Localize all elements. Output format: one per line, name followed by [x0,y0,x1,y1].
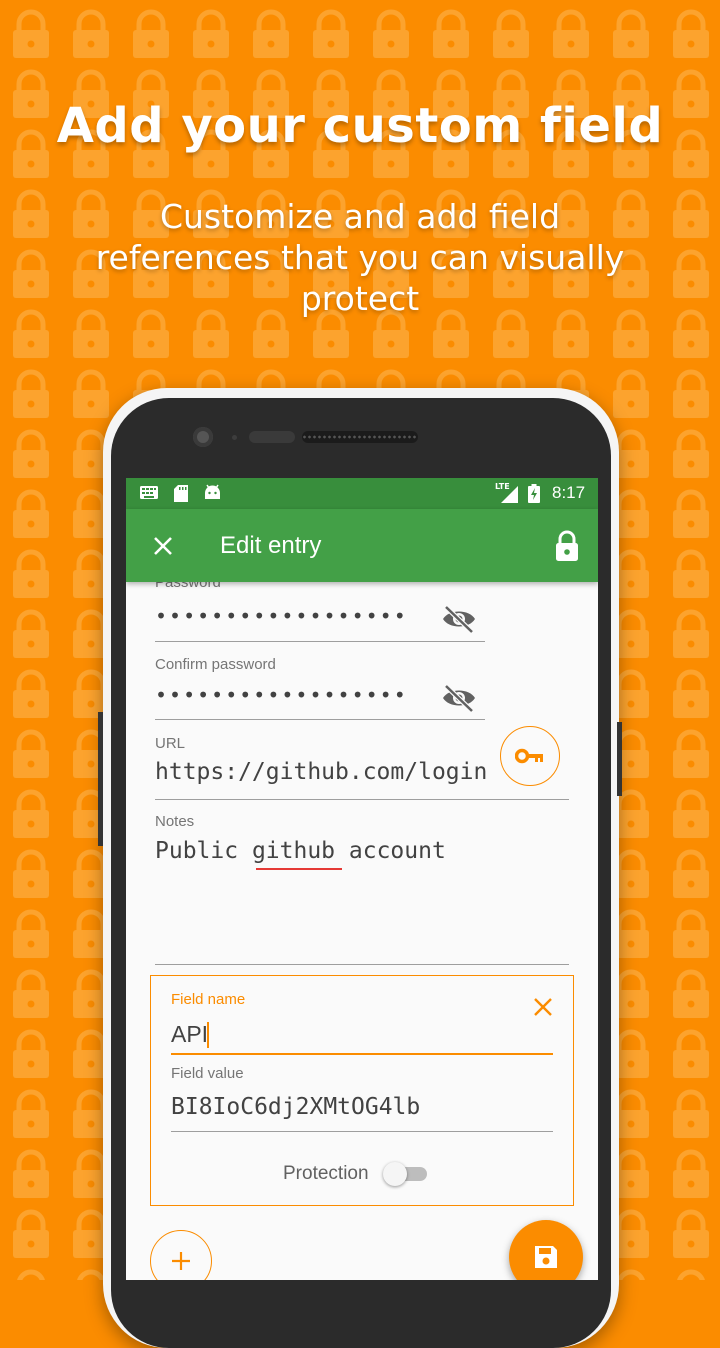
spellcheck-underline [256,868,342,870]
status-time: 8:17 [552,483,586,502]
close-icon[interactable] [148,531,178,561]
notes-underline [155,964,569,965]
camera-icon [193,427,213,447]
app-bar-title: Edit entry [220,532,322,559]
promo-subtitle-line: references that you can visually [95,238,625,277]
phone-screen: LTE 8:17 Edit entry Password •••••••••••… [126,478,598,1280]
field-value-label: Field value [171,1065,244,1082]
notes-text: Public [155,838,252,864]
notes-misspelled-word: github [251,838,336,864]
promo-subtitle: Customize and add field references that … [60,196,660,319]
sd-card-icon [174,485,188,502]
speaker-grille [302,431,418,443]
url-label: URL [155,735,186,752]
phone-side-button [617,722,622,796]
plus-icon [172,1252,190,1270]
toggle-thumb [383,1162,407,1186]
lock-icon[interactable] [552,529,582,563]
promo-title: Add your custom field [56,98,664,154]
promo-subtitle-line: protect [300,279,420,318]
url-underline [155,799,569,800]
password-field[interactable]: •••••••••••••••••• [155,604,408,628]
field-value-input[interactable]: BI8IoC6dj2XMtOG4lb [171,1094,420,1120]
promo-subtitle-line: Customize and add field [159,197,561,236]
sensor [232,435,237,440]
phone-side-button [98,712,103,846]
save-icon [535,1246,557,1268]
confirm-password-field[interactable]: •••••••••••••••••• [155,683,408,707]
visibility-off-icon[interactable] [441,683,477,713]
field-name-underline [171,1053,553,1055]
url-field[interactable]: https://github.com/login [155,759,487,785]
field-value-underline [171,1131,553,1132]
notes-label: Notes [155,813,195,830]
confirm-password-underline [155,719,485,720]
protection-label: Protection [283,1163,369,1184]
notes-field[interactable]: Public github account [155,838,446,864]
signal-icon [501,486,518,503]
keyboard-icon [140,486,158,499]
notes-text: account [335,838,446,864]
edit-entry-form: Password •••••••••••••••••• Confirm pass… [126,574,598,1280]
password-underline [155,641,485,642]
android-icon [205,484,220,499]
battery-charging-icon [528,484,540,503]
remove-field-icon[interactable] [532,996,554,1018]
generate-password-button[interactable] [500,726,560,786]
visibility-off-icon[interactable] [441,604,477,634]
status-bar: LTE 8:17 [126,478,598,509]
add-field-button[interactable] [150,1230,212,1280]
phone-sensor-pill [249,431,295,443]
app-bar: Edit entry [126,509,598,582]
custom-field-card: Field name API Field value BI8IoC6dj2XMt… [150,975,574,1206]
field-name-input[interactable]: API [171,1021,208,1048]
key-icon [515,748,543,764]
text-cursor [207,1022,209,1048]
confirm-password-label: Confirm password [155,656,276,673]
field-name-label: Field name [171,991,246,1008]
save-button[interactable] [509,1220,583,1280]
